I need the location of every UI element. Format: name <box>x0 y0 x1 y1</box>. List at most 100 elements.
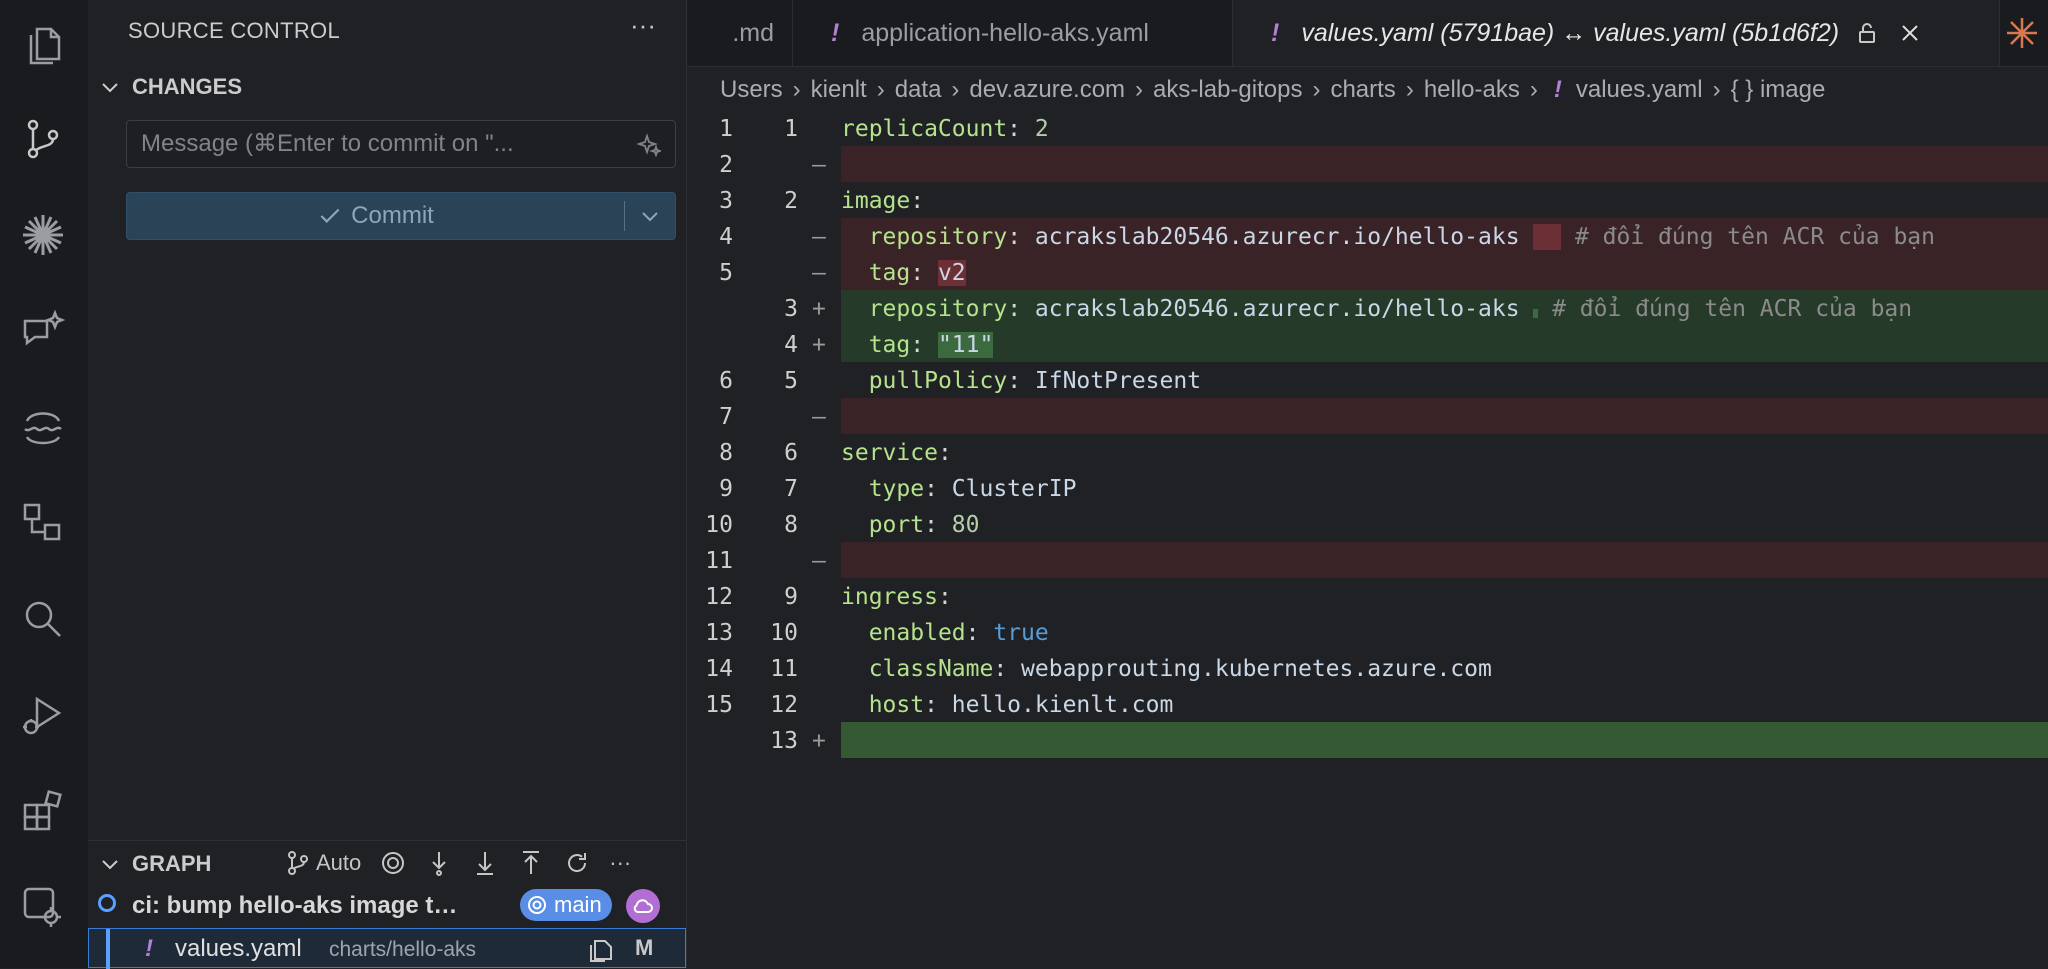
diff-line[interactable]: 6 5 pullPolicy: IfNotPresent <box>687 362 2048 398</box>
graph-file-row[interactable]: ! values.yaml charts/hello-aks M <box>88 928 686 969</box>
yaml-value: IfNotPresent <box>1034 368 1202 394</box>
diff-line[interactable]: 11 — <box>687 542 2048 578</box>
breadcrumb-item[interactable]: aks-lab-gitops <box>1153 76 1302 104</box>
removed-marker: — <box>812 260 826 286</box>
breadcrumb-item[interactable]: charts <box>1330 76 1395 104</box>
commit-dropdown-button[interactable] <box>625 204 675 228</box>
breadcrumb-item[interactable]: { } image <box>1731 76 1826 104</box>
diff-line[interactable]: 12 9 ingress: <box>687 578 2048 614</box>
diff-line[interactable]: 10 8 port: 80 <box>687 506 2048 542</box>
tab-label: application-hello-aks.yaml <box>861 18 1149 47</box>
extensions-icon[interactable] <box>14 782 72 840</box>
diff-line[interactable]: 8 6 service: <box>687 434 2048 470</box>
original-line-number: 14 <box>705 656 733 682</box>
diff-line[interactable]: 7— <box>687 398 2048 434</box>
file-name: values.yaml <box>175 935 302 962</box>
original-line-number: 11 <box>705 548 733 574</box>
original-line-number: 9 <box>719 476 733 502</box>
more-actions-button[interactable]: ··· <box>630 10 656 41</box>
explorer-icon[interactable] <box>14 16 72 74</box>
line-content: replicaCount: 2 <box>841 116 1049 142</box>
refresh-icon[interactable] <box>563 849 591 877</box>
chat-icon[interactable] <box>14 302 72 360</box>
yaml-key: port <box>868 512 925 538</box>
yaml-value: hello.kienlt.com <box>951 692 1174 718</box>
fetch-icon[interactable] <box>425 849 453 877</box>
diff-line[interactable]: 2— <box>687 146 2048 182</box>
diff-line[interactable]: 15 12 host: hello.kienlt.com <box>687 686 2048 722</box>
lock-icon[interactable] <box>1855 21 1879 45</box>
diff-line[interactable]: 9 7 type: ClusterIP <box>687 470 2048 506</box>
breadcrumb-item[interactable]: kienlt <box>811 76 867 104</box>
wave-icon[interactable] <box>14 398 72 456</box>
close-icon[interactable] <box>1899 22 1921 44</box>
asterisk-icon[interactable] <box>14 206 72 264</box>
original-line-number: 13 <box>705 620 733 646</box>
auto-branch-button[interactable]: Auto <box>284 849 361 877</box>
added-marker: + <box>812 728 826 754</box>
breadcrumb-item[interactable]: Users <box>720 76 783 104</box>
diff-line[interactable]: 3 + repository: acrakslab20546.azurecr.io… <box>687 290 2048 326</box>
original-line-number: 4 <box>719 224 733 250</box>
line-content: ingress: <box>841 584 966 610</box>
diff-line[interactable]: 4 + tag: "11" <box>687 326 2048 362</box>
diff-line[interactable]: 13 10 enabled: true <box>687 614 2048 650</box>
yaml-key: pullPolicy <box>868 368 1008 394</box>
yaml-value: 2 <box>1034 116 1049 142</box>
breadcrumb-item[interactable]: dev.azure.com <box>969 76 1125 104</box>
added-line-highlight <box>841 326 2048 362</box>
branch-name: main <box>554 892 602 917</box>
diff-editor[interactable]: 1 1 replicaCount: 2 2—3 2 image: 4— repositor… <box>687 110 2048 770</box>
diff-line[interactable]: 4 — repository: acrakslab20546.azurecr.io… <box>687 218 2048 254</box>
tab-md[interactable]: .md <box>687 0 793 66</box>
asterisk-icon[interactable] <box>2005 16 2039 55</box>
yaml-file-icon: ! <box>145 935 153 962</box>
source-control-icon[interactable] <box>14 110 72 168</box>
activity-bar <box>0 0 89 968</box>
graph-more-button[interactable]: ··· <box>609 850 631 876</box>
breadcrumb-separator-icon: › <box>1135 76 1144 103</box>
diff-line[interactable]: 1 1 replicaCount: 2 <box>687 110 2048 146</box>
sparkle-icon[interactable] <box>636 133 663 162</box>
settings-gear-icon[interactable] <box>14 878 72 936</box>
graph-label: GRAPH <box>132 851 212 876</box>
breadcrumb-separator-icon: › <box>1312 76 1321 103</box>
yaml-file-icon: ! <box>1271 18 1280 47</box>
target-icon[interactable] <box>379 849 407 877</box>
yaml-key: replicaCount <box>841 116 1008 142</box>
chevron-down-icon <box>102 83 118 93</box>
breadcrumb-separator-icon: › <box>1712 76 1721 103</box>
diff-line[interactable]: 3 2 image: <box>687 182 2048 218</box>
diff-line[interactable]: 14 11 className: webapprouting.kubernetes… <box>687 650 2048 686</box>
tab-application-hello-aks[interactable]: ! application-hello-aks.yaml <box>793 0 1233 66</box>
check-icon <box>320 208 340 223</box>
diff-line[interactable]: 13 + <box>687 722 2048 758</box>
graph-section-header[interactable]: GRAPH Auto ··· <box>88 840 686 887</box>
breadcrumb-item[interactable]: values.yaml <box>1576 76 1703 104</box>
original-line-number: 8 <box>719 440 733 466</box>
breadcrumb-separator-icon: › <box>1405 76 1414 103</box>
graph-commit-row[interactable]: ci: bump hello-aks image to ... main <box>88 886 686 926</box>
removed-marker: — <box>812 404 826 430</box>
commit-button[interactable]: Commit <box>126 192 676 240</box>
pull-icon[interactable] <box>471 849 499 877</box>
run-debug-icon[interactable] <box>14 686 72 744</box>
breadcrumb-item[interactable]: data <box>895 76 942 104</box>
search-icon[interactable] <box>14 590 72 648</box>
commit-button-label: Commit <box>351 202 434 229</box>
changes-section-header[interactable]: CHANGES <box>98 74 242 100</box>
yaml-value: webapprouting.kubernetes.azure.com <box>1021 656 1492 682</box>
push-icon[interactable] <box>517 849 545 877</box>
yaml-key: host <box>868 692 925 718</box>
commit-button-main[interactable]: Commit <box>127 202 624 230</box>
open-file-icon[interactable] <box>587 935 615 968</box>
diff-line[interactable]: 5 — tag: v2 <box>687 254 2048 290</box>
file-status: M <box>635 935 654 960</box>
commit-node-icon <box>98 894 116 912</box>
breadcrumb-item[interactable]: hello-aks <box>1424 76 1520 104</box>
commit-message-input[interactable] <box>139 129 613 159</box>
modified-line-number: 8 <box>784 512 798 538</box>
remote-icon[interactable] <box>14 494 72 552</box>
tab-values-diff[interactable]: ! values.yaml (5791bae) ↔ values.yaml (5… <box>1233 0 2000 66</box>
branch-icon <box>288 851 308 875</box>
